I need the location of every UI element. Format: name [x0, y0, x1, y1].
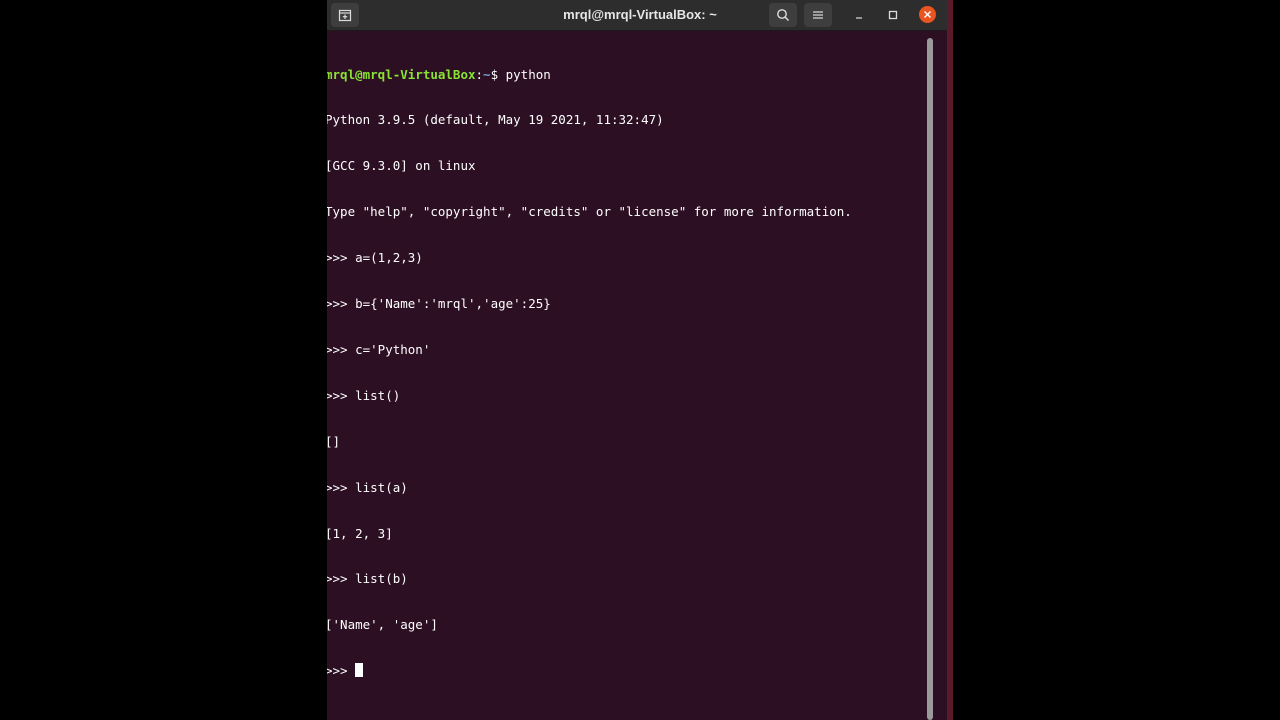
menu-button[interactable]	[804, 3, 832, 27]
search-icon	[777, 9, 790, 22]
terminal-line: [GCC 9.3.0] on linux	[327, 158, 476, 174]
terminal-line: ['Name', 'age']	[327, 617, 438, 633]
terminal-line: Python 3.9.5 (default, May 19 2021, 11:3…	[327, 112, 664, 128]
terminal-line: >>> list()	[327, 387, 401, 403]
terminal-line: >>> a=(1,2,3)	[327, 250, 423, 266]
terminal-line: Type "help", "copyright", "credits" or "…	[327, 204, 852, 220]
terminal-line: >>> list(a)	[327, 479, 408, 495]
prompt-command: python	[498, 66, 551, 82]
terminal-line: >>> list(b)	[327, 571, 408, 587]
maximize-icon	[888, 10, 898, 20]
terminal-window: mrql@mrql-VirtualBox: ~ mrql@mrql-Virtua…	[327, 0, 953, 720]
shell-prompt-line: mrql@mrql-VirtualBox:~$ python	[327, 67, 852, 82]
prompt-user-host: mrql@mrql-VirtualBox	[327, 66, 476, 82]
terminal-line: [1, 2, 3]	[327, 525, 393, 541]
terminal-area[interactable]: mrql@mrql-VirtualBox:~$ python Python 3.…	[327, 31, 939, 720]
hamburger-menu-icon	[813, 11, 823, 19]
prompt-path: ~	[483, 66, 491, 82]
titlebar[interactable]: mrql@mrql-VirtualBox: ~	[327, 0, 953, 31]
prompt-separator: :	[475, 66, 484, 82]
terminal-output: mrql@mrql-VirtualBox:~$ python Python 3.…	[327, 36, 852, 709]
minimize-button[interactable]	[847, 3, 871, 27]
window-edge	[947, 0, 953, 720]
python-prompt: >>>	[327, 663, 356, 679]
python-prompt-line[interactable]: >>>	[327, 663, 852, 678]
close-icon	[924, 11, 931, 18]
minimize-icon	[856, 17, 862, 19]
prompt-symbol: $	[490, 66, 499, 82]
maximize-button[interactable]	[881, 3, 905, 27]
terminal-line: >>> b={'Name':'mrql','age':25}	[327, 296, 551, 312]
scrollbar-thumb[interactable]	[927, 38, 933, 720]
terminal-line: []	[327, 433, 341, 449]
search-button[interactable]	[769, 3, 797, 27]
close-button[interactable]	[919, 6, 936, 23]
terminal-line: >>> c='Python'	[327, 341, 431, 357]
text-cursor	[355, 663, 364, 678]
